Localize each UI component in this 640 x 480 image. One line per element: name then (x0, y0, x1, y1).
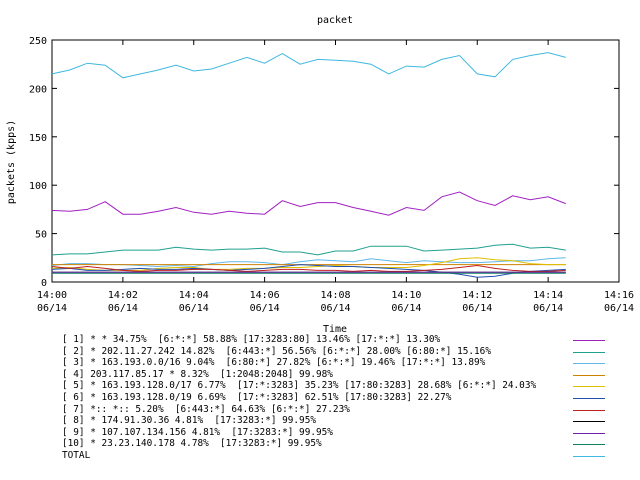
legend-entry: [ 3] * 163.193.0.0/16 9.04% [6:80:*] 27.… (62, 357, 632, 369)
legend-swatch (573, 386, 605, 388)
y-tick-label: 50 (35, 230, 47, 241)
legend-label: [ 9] * 107.107.134.156 4.81% [17:3283:*]… (62, 426, 333, 438)
legend-entry: [ 9] * 107.107.134.156 4.81% [17:3283:*]… (62, 427, 632, 439)
legend-entry: TOTAL (62, 450, 632, 462)
legend-label: [ 6] * 163.193.128.0/19 6.69% [17:*:3283… (62, 391, 452, 403)
legend-label: TOTAL (62, 449, 91, 461)
legend-label: [ 1] * * 34.75% [6:*:*] 58.88% [17:3283:… (62, 334, 441, 345)
x-tick-date: 06/14 (179, 303, 209, 314)
legend: [ 1] * * 34.75% [6:*:*] 58.88% [17:3283:… (62, 334, 632, 462)
series-line-11 (51, 52, 566, 79)
y-tick-label: 0 (41, 278, 47, 289)
x-tick-time: 14:14 (533, 290, 563, 301)
x-tick-date: 06/14 (37, 303, 67, 314)
y-tick-label: 250 (29, 36, 47, 47)
x-tick-time: 14:06 (250, 290, 280, 301)
legend-swatch (573, 397, 605, 399)
x-tick-time: 14:16 (604, 290, 634, 301)
x-tick-time: 14:04 (179, 290, 209, 301)
x-tick-time: 14:12 (462, 290, 492, 301)
legend-label: [ 2] * 202.11.27.242 14.82% [6:443:*] 56… (62, 345, 491, 357)
x-tick-time: 14:10 (391, 290, 421, 301)
x-tick-time: 14:00 (37, 290, 67, 301)
legend-swatch (573, 455, 605, 457)
legend-swatch (573, 409, 605, 411)
x-tick-date: 06/14 (604, 303, 634, 314)
legend-entry: [ 6] * 163.193.128.0/19 6.69% [17:*:3283… (62, 392, 632, 404)
x-tick-time: 14:08 (320, 290, 350, 301)
y-tick-label: 150 (29, 133, 47, 144)
series-line-5 (51, 257, 566, 271)
legend-swatch (573, 351, 605, 353)
legend-swatch (573, 363, 605, 365)
legend-entry: [ 5] * 163.193.128.0/17 6.77% [17:*:3283… (62, 380, 632, 392)
x-tick-time: 14:02 (108, 290, 138, 301)
x-tick-date: 06/14 (462, 303, 492, 314)
chart-title: packet (317, 15, 353, 26)
legend-entry: [ 8] * 174.91.30.36 4.81% [17:3283:*] 99… (62, 415, 632, 427)
y-axis-label: packets (kpps) (6, 120, 17, 204)
series-line-1 (51, 191, 566, 216)
legend-swatch (573, 421, 605, 423)
legend-entry: [ 4] 203.117.85.17 * 8.32% [1:2048:2048]… (62, 369, 632, 381)
plot-frame (51, 39, 620, 283)
legend-entry: [ 2] * 202.11.27.242 14.82% [6:443:*] 56… (62, 346, 632, 358)
legend-label: [ 4] 203.117.85.17 * 8.32% [1:2048:2048]… (62, 368, 333, 380)
legend-label: [ 8] * 174.91.30.36 4.81% [17:3283:*] 99… (62, 415, 316, 427)
legend-label: [ 3] * 163.193.0.0/16 9.04% [6:80:*] 27.… (62, 357, 486, 369)
legend-swatch (573, 340, 605, 341)
legend-label: [ 7] *:: *:: 5.20% [6:443:*] 64.63% [6:*… (62, 403, 350, 415)
series-line-7 (51, 264, 566, 272)
legend-swatch (573, 374, 605, 376)
y-tick-label: 200 (29, 84, 47, 95)
series-lines (51, 52, 566, 278)
x-tick-date: 06/14 (320, 303, 350, 314)
x-tick-date: 06/14 (391, 303, 421, 314)
y-tick-label: 100 (29, 181, 47, 192)
x-tick-date: 06/14 (250, 303, 280, 314)
legend-entry: [ 1] * * 34.75% [6:*:*] 58.88% [17:3283:… (62, 334, 632, 346)
legend-label: [ 5] * 163.193.128.0/17 6.77% [17:*:3283… (62, 380, 537, 392)
legend-entry: [10] * 23.23.140.178 4.78% [17:3283:*] 9… (62, 438, 632, 450)
x-tick-date: 06/14 (108, 303, 138, 314)
legend-swatch (573, 432, 605, 434)
legend-swatch (573, 444, 605, 446)
legend-label: [10] * 23.23.140.178 4.78% [17:3283:*] 9… (62, 438, 322, 450)
series-line-2 (51, 243, 566, 256)
x-tick-date: 06/14 (533, 303, 563, 314)
legend-entry: [ 7] *:: *:: 5.20% [6:443:*] 64.63% [6:*… (62, 404, 632, 416)
